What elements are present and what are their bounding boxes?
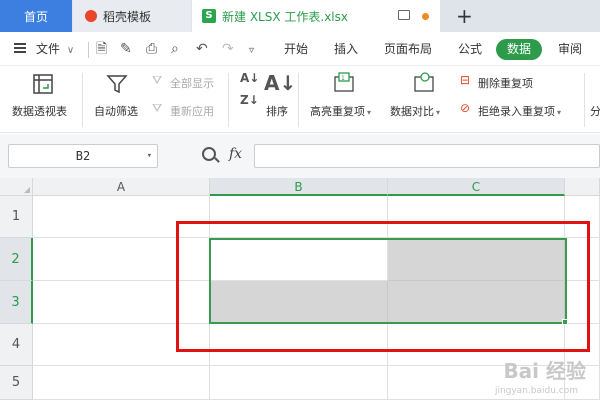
data-compare-icon[interactable] xyxy=(412,71,436,95)
tab-bar: 首页 稻壳模板 S 新建 XLSX 工作表.xlsx + xyxy=(0,0,600,32)
format-painter-icon[interactable]: ✎ xyxy=(120,41,132,57)
reject-duplicates-icon[interactable]: ⊘ xyxy=(460,101,470,115)
menu-item-start[interactable]: 开始 xyxy=(284,32,308,66)
menu-item-review[interactable]: 审阅 xyxy=(558,32,582,66)
svg-text:1: 1 xyxy=(341,75,345,82)
undo-icon[interactable]: ↶ xyxy=(196,41,208,57)
watermark-url: jingyan.baidu.com xyxy=(494,386,578,396)
reapply-icon: ⛛ xyxy=(152,101,163,115)
insert-function-icon[interactable]: fx xyxy=(229,146,242,162)
cell-b5[interactable] xyxy=(210,366,388,400)
dropdown-arrow-icon: ▾ xyxy=(367,108,372,117)
menu-item-formula[interactable]: 公式 xyxy=(458,32,482,66)
sort-icon[interactable]: A↓ xyxy=(264,71,296,95)
data-compare-button[interactable]: 数据对比 ▾ xyxy=(390,103,440,119)
sort-descending-icon[interactable]: Z↓ xyxy=(240,93,259,107)
highlight-duplicates-button[interactable]: 高亮重复项 ▾ xyxy=(310,103,371,119)
divider xyxy=(228,73,229,127)
pivot-table-button[interactable]: 数据透视表 xyxy=(12,103,67,119)
file-menu-label: 文件 xyxy=(36,42,61,56)
print-icon[interactable]: ⎙ xyxy=(146,41,157,57)
tab-template[interactable]: 稻壳模板 xyxy=(73,0,191,32)
quick-access-dropdown-icon[interactable]: ▿ xyxy=(249,43,254,59)
highlight-annotation-box xyxy=(176,221,590,352)
sort-ascending-icon[interactable]: A↓ xyxy=(240,71,259,85)
menu-item-insert[interactable]: 插入 xyxy=(334,32,358,66)
show-all-icon: ⛛ xyxy=(152,73,163,87)
chevron-down-icon: ∨ xyxy=(66,45,75,56)
save-icon[interactable]: 🗎 xyxy=(96,41,107,57)
row-header-3[interactable]: 3 xyxy=(0,281,33,324)
highlight-duplicates-icon[interactable]: 1 xyxy=(332,71,356,95)
cell-a5[interactable] xyxy=(33,366,210,400)
column-header-d[interactable] xyxy=(565,178,600,196)
row-header-2[interactable]: 2 xyxy=(0,238,33,281)
formula-bar: B2 ▾ fx xyxy=(0,134,600,178)
dropdown-arrow-icon: ▾ xyxy=(557,108,562,117)
name-box-value: B2 xyxy=(75,149,91,163)
print-preview-icon[interactable]: ⌕ xyxy=(171,41,179,57)
name-box[interactable]: B2 ▾ xyxy=(8,144,158,168)
tab-template-label: 稻壳模板 xyxy=(103,9,152,24)
formula-input[interactable] xyxy=(254,144,600,168)
show-all-button[interactable]: 全部显示 xyxy=(170,75,214,91)
spreadsheet-icon: S xyxy=(202,9,216,23)
reapply-button[interactable]: 重新应用 xyxy=(170,103,214,119)
docer-logo-icon xyxy=(85,10,97,22)
row-header-4[interactable]: 4 xyxy=(0,324,33,366)
file-menu[interactable]: 文件 ∨ xyxy=(36,32,74,66)
remove-duplicates-button[interactable]: 删除重复项 xyxy=(478,75,533,91)
highlight-duplicates-label: 高亮重复项 xyxy=(310,105,365,118)
select-all-corner[interactable] xyxy=(0,178,33,196)
chevron-down-icon[interactable]: ▾ xyxy=(147,145,152,167)
column-header-b[interactable]: B xyxy=(210,178,388,196)
remove-duplicates-icon[interactable]: ⊟ xyxy=(460,73,470,87)
divider xyxy=(88,42,89,58)
display-icon[interactable] xyxy=(398,10,410,20)
data-ribbon: 数据透视表 自动筛选 ⛛ 全部显示 ⛛ 重新应用 A↓ Z↓ A↓ 排序 1 高… xyxy=(0,67,600,133)
tab-home[interactable]: 首页 xyxy=(0,0,72,32)
divider xyxy=(82,73,83,127)
zoom-icon[interactable] xyxy=(202,147,216,161)
tab-document[interactable]: S 新建 XLSX 工作表.xlsx xyxy=(192,0,440,32)
split-button-truncated[interactable]: 分 xyxy=(590,103,600,119)
divider xyxy=(298,73,299,127)
tab-home-label: 首页 xyxy=(23,9,48,24)
baidu-jingyan-watermark: Bai 经验 xyxy=(503,359,586,383)
new-tab-plus-icon[interactable]: + xyxy=(456,4,473,28)
reject-duplicates-button[interactable]: 拒绝录入重复项 ▾ xyxy=(478,103,561,119)
data-compare-label: 数据对比 xyxy=(390,105,434,118)
redo-icon[interactable]: ↷ xyxy=(222,41,234,57)
dropdown-arrow-icon: ▾ xyxy=(436,108,441,117)
unsaved-dot-icon xyxy=(422,13,429,20)
sort-button[interactable]: 排序 xyxy=(266,103,288,119)
hamburger-menu-icon[interactable] xyxy=(14,43,26,53)
reject-duplicates-label: 拒绝录入重复项 xyxy=(478,105,555,118)
menu-item-page-layout[interactable]: 页面布局 xyxy=(384,32,432,66)
row-header-1[interactable]: 1 xyxy=(0,196,33,238)
autofilter-button[interactable]: 自动筛选 xyxy=(94,103,138,119)
filter-funnel-icon[interactable] xyxy=(106,73,128,95)
column-header-c[interactable]: C xyxy=(388,178,565,196)
column-header-a[interactable]: A xyxy=(33,178,210,196)
divider xyxy=(584,73,585,127)
pivot-table-icon[interactable] xyxy=(32,73,54,95)
row-header-5[interactable]: 5 xyxy=(0,366,33,400)
tab-document-label: 新建 XLSX 工作表.xlsx xyxy=(222,9,348,24)
menu-bar: 文件 ∨ 🗎 ✎ ⎙ ⌕ ↶ ↷ ▿ 开始 插入 页面布局 公式 数据 审阅 xyxy=(0,32,600,66)
menu-item-data[interactable]: 数据 xyxy=(496,39,542,60)
